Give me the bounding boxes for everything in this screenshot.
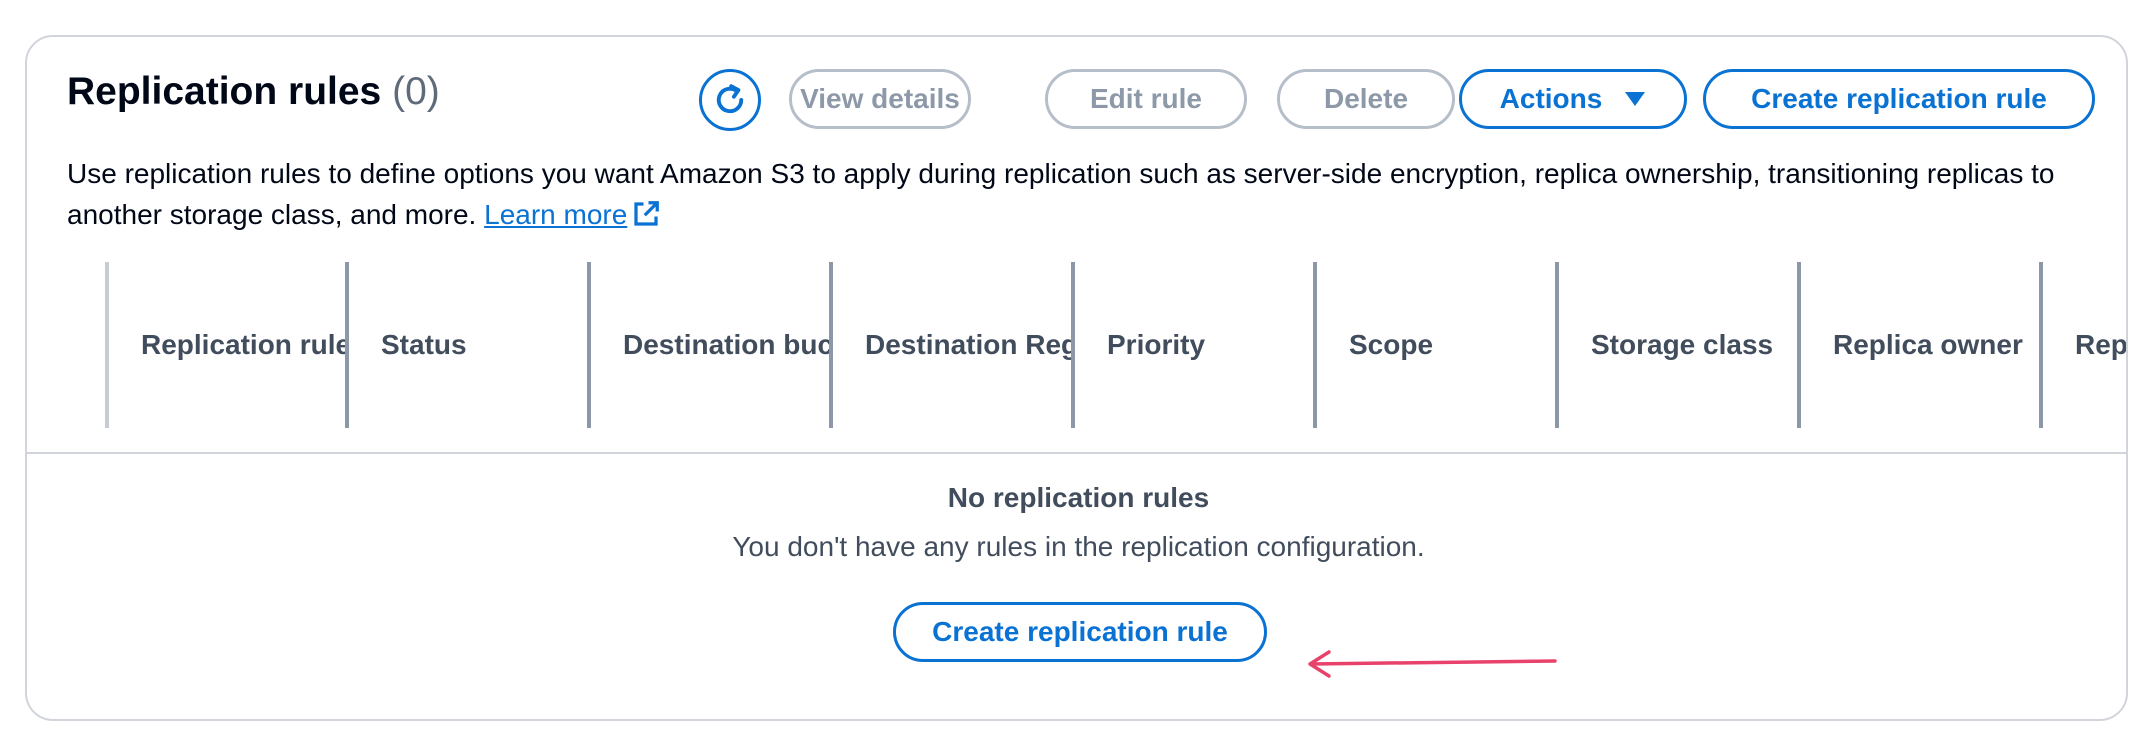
column-header-storage-class[interactable]: Storage class xyxy=(1555,262,1797,428)
column-header-replication-time[interactable]: Replication Time xyxy=(2039,262,2126,428)
column-header-destination-region[interactable]: Destination Region xyxy=(829,262,1071,428)
annotation-arrow xyxy=(1308,650,1557,678)
column-header-priority[interactable]: Priority xyxy=(1071,262,1313,428)
panel-description: Use replication rules to define options … xyxy=(67,153,2107,235)
actions-label: Actions xyxy=(1499,83,1603,114)
external-link-icon xyxy=(634,201,660,226)
panel-title: Replication rules (0) xyxy=(67,69,440,116)
empty-state-create-button[interactable]: Create replication rule xyxy=(893,602,1267,662)
edit-rule-button[interactable]: Edit rule xyxy=(1045,69,1247,129)
replication-rules-panel: Replication rules (0) View details Edit … xyxy=(25,35,2128,721)
create-replication-rule-button[interactable]: Create replication rule xyxy=(1703,69,2095,129)
learn-more-link[interactable]: Learn more xyxy=(484,199,661,230)
view-details-button[interactable]: View details xyxy=(789,69,971,129)
description-text: Use replication rules to define options … xyxy=(67,158,2055,230)
column-header-replica-owner[interactable]: Replica owner xyxy=(1797,262,2039,428)
empty-state-title: No replication rules xyxy=(947,482,1210,513)
rule-count: (0) xyxy=(392,70,440,113)
column-header-rule-name[interactable]: Replication rule name xyxy=(105,262,345,428)
column-header-destination-bucket[interactable]: Destination bucket xyxy=(587,262,829,428)
actions-dropdown[interactable]: Actions xyxy=(1459,69,1687,129)
table-header: Replication rule name Status Destination… xyxy=(27,262,2126,454)
delete-button[interactable]: Delete xyxy=(1277,69,1455,129)
column-header-scope[interactable]: Scope xyxy=(1313,262,1555,428)
caret-down-icon xyxy=(1625,92,1646,106)
refresh-button[interactable] xyxy=(699,69,761,131)
empty-state-message: You don't have any rules in the replicat… xyxy=(732,531,1425,562)
refresh-icon xyxy=(716,84,744,114)
column-header-status[interactable]: Status xyxy=(345,262,587,428)
panel-title-text: Replication rules xyxy=(67,70,382,113)
